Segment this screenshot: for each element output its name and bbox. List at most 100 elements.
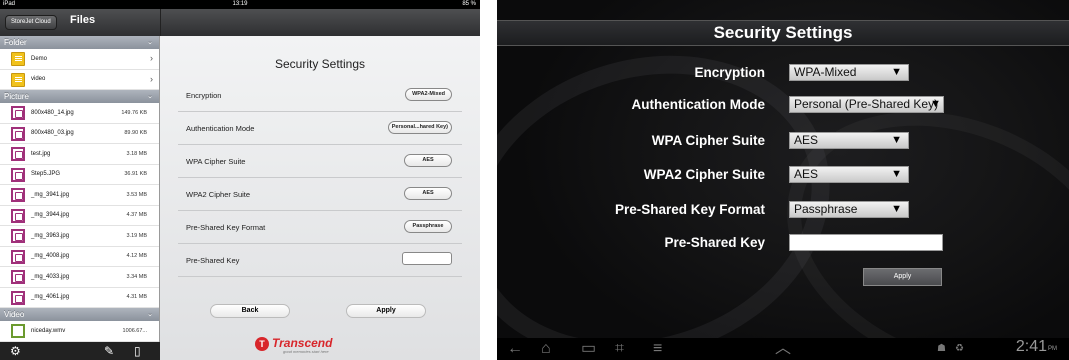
file-name: 800x480_03.jpg: [31, 130, 74, 136]
setting-label: WPA Cipher Suite: [186, 157, 246, 166]
file-row[interactable]: 800x480_14.jpg 149.76 KB: [0, 103, 159, 124]
section-title: Folder: [4, 38, 27, 47]
file-row[interactable]: _mg_3944.jpg 4.37 MB: [0, 206, 159, 226]
picture-icon: [11, 188, 25, 202]
setting-row-wpa-cipher: WPA Cipher Suite AES: [178, 145, 462, 178]
folder-name: video: [31, 76, 46, 82]
battery-level: 85 %: [462, 1, 476, 7]
home-icon[interactable]: ⌂: [541, 339, 551, 359]
chevron-up-icon[interactable]: ︿: [775, 339, 791, 359]
gear-icon[interactable]: ⚙: [10, 344, 21, 358]
chevron-right-icon: ›: [150, 53, 153, 63]
encryption-select[interactable]: WPA2-Mixed: [405, 88, 452, 101]
picture-icon: [11, 106, 25, 120]
apply-button[interactable]: Apply: [346, 304, 426, 318]
picture-icon: [11, 208, 25, 223]
section-header-picture[interactable]: Picture ⌄: [0, 90, 159, 103]
storejet-cloud-button[interactable]: StoreJet Cloud: [5, 15, 57, 30]
apply-button[interactable]: Apply: [863, 268, 942, 286]
file-name: _mg_4061.jpg: [31, 294, 70, 300]
setting-label: Authentication Mode: [631, 97, 766, 112]
setting-label: Authentication Mode: [186, 124, 255, 133]
file-row[interactable]: _mg_4033.jpg 3.34 MB: [0, 267, 159, 288]
encryption-select[interactable]: WPA-Mixed ▼: [789, 64, 909, 81]
wpa-cipher-select[interactable]: AES: [404, 154, 452, 167]
page-title: Security Settings: [713, 23, 853, 42]
file-name: _mg_3944.jpg: [31, 212, 70, 218]
android-nav-bar: ← ⌂ ▭ ⌗ ≡ ︿ ☗ ♻ 2:41 PM: [497, 338, 1069, 360]
setting-row-auth-mode: Authentication Mode Personal (Pre-Shared…: [497, 96, 1069, 116]
file-row[interactable]: test.jpg 3.18 MB: [0, 144, 159, 165]
key-format-select[interactable]: Passphrase ▼: [789, 201, 909, 218]
setting-row-wpa2-cipher: WPA2 Cipher Suite AES ▼: [497, 166, 1069, 186]
file-size: 36.91 KB: [124, 171, 147, 177]
auth-mode-select[interactable]: Personal (Pre-Shared Key) ▼: [789, 96, 944, 113]
dropdown-arrow-icon: ▼: [891, 134, 902, 146]
chevron-right-icon: ›: [150, 73, 153, 84]
file-row[interactable]: _mg_4008.jpg 4.12 MB: [0, 247, 159, 267]
file-size: 4.31 MB: [126, 294, 147, 300]
key-format-select[interactable]: Passphrase: [404, 220, 452, 233]
file-sidebar: Folder ⌄ Demo › video › Picture ⌄ 800x48…: [0, 36, 160, 342]
file-name: _mg_3941.jpg: [31, 191, 70, 198]
file-name: 800x480_14.jpg: [31, 109, 74, 116]
setting-row-encryption: Encryption WPA2-Mixed: [178, 79, 462, 112]
folder-row-video[interactable]: video ›: [0, 70, 159, 90]
sidebar-toolbar: ⚙ ✎ ▯: [0, 342, 160, 360]
back-button[interactable]: Back: [210, 304, 290, 318]
screenshot-icon[interactable]: ⌗: [615, 339, 624, 359]
chevron-down-icon: ⌄: [147, 311, 153, 318]
picture-icon: [11, 270, 25, 284]
folder-row-demo[interactable]: Demo ›: [0, 49, 159, 70]
security-settings-panel: Security Settings Encryption WPA2-Mixed …: [160, 36, 480, 360]
file-row[interactable]: niceday.wmv 1006.67...: [0, 321, 159, 342]
setting-label: Pre-Shared Key: [664, 235, 765, 250]
pre-shared-key-input[interactable]: [402, 252, 452, 265]
chevron-down-icon: ⌄: [147, 93, 153, 100]
file-name: _mg_3963.jpg: [31, 232, 70, 239]
status-ampm: PM: [1048, 346, 1057, 352]
file-name: _mg_4033.jpg: [31, 273, 70, 280]
auth-mode-select[interactable]: Personal...hared Key): [387, 121, 452, 134]
setting-row-key-format: Pre-Shared Key Format Passphrase ▼: [497, 201, 1069, 221]
setting-label: Encryption: [186, 91, 222, 100]
file-size: 149.76 KB: [121, 109, 147, 116]
status-time: 13:19: [232, 1, 248, 7]
section-header-folder[interactable]: Folder ⌄: [0, 36, 159, 49]
setting-row-wpa-cipher: WPA Cipher Suite AES ▼: [497, 132, 1069, 152]
wpa2-cipher-select[interactable]: AES ▼: [789, 166, 909, 183]
detail-header: [160, 9, 480, 36]
setting-label: Encryption: [694, 65, 765, 80]
recycle-icon: ♻: [955, 343, 964, 354]
recent-apps-icon[interactable]: ▭: [581, 339, 596, 359]
file-size: 4.37 MB: [126, 212, 147, 218]
file-row[interactable]: _mg_3941.jpg 3.53 MB: [0, 185, 159, 206]
menu-icon[interactable]: ≡: [653, 339, 662, 359]
file-size: 3.18 MB: [126, 150, 147, 157]
edit-icon[interactable]: ✎: [104, 344, 114, 358]
setting-label: Pre-Shared Key Format: [186, 223, 266, 232]
pre-shared-key-input[interactable]: [789, 234, 943, 251]
setting-row-pre-shared-key: Pre-Shared Key: [497, 234, 1069, 254]
transcend-logo: T Transcend good memories start here: [255, 336, 385, 356]
dropdown-arrow-icon: ▼: [891, 168, 902, 180]
file-row[interactable]: Step5.JPG 36.91 KB: [0, 165, 159, 185]
android-screen: Security Settings Encryption WPA-Mixed ▼ …: [497, 0, 1069, 360]
setting-label: WPA2 Cipher Suite: [186, 190, 251, 199]
back-icon[interactable]: ←: [507, 339, 523, 359]
dropdown-arrow-icon: ▼: [930, 98, 941, 110]
setting-row-key-format: Pre-Shared Key Format Passphrase: [178, 211, 462, 244]
file-name: Step5.JPG: [31, 171, 61, 177]
brand-name: Transcend: [272, 336, 333, 350]
file-row[interactable]: _mg_4061.jpg 4.31 MB: [0, 288, 159, 308]
device-icon[interactable]: ▯: [134, 344, 141, 358]
wpa-cipher-select[interactable]: AES ▼: [789, 132, 909, 149]
file-row[interactable]: 800x480_03.jpg 89.90 KB: [0, 124, 159, 144]
transcend-emblem-icon: T: [255, 337, 269, 351]
select-value: WPA-Mixed: [794, 65, 857, 79]
file-name: niceday.wmv: [31, 327, 66, 334]
wpa2-cipher-select[interactable]: AES: [404, 187, 452, 200]
dropdown-arrow-icon: ▼: [891, 66, 902, 78]
section-header-video[interactable]: Video ⌄: [0, 308, 159, 321]
file-row[interactable]: _mg_3963.jpg 3.19 MB: [0, 226, 159, 247]
